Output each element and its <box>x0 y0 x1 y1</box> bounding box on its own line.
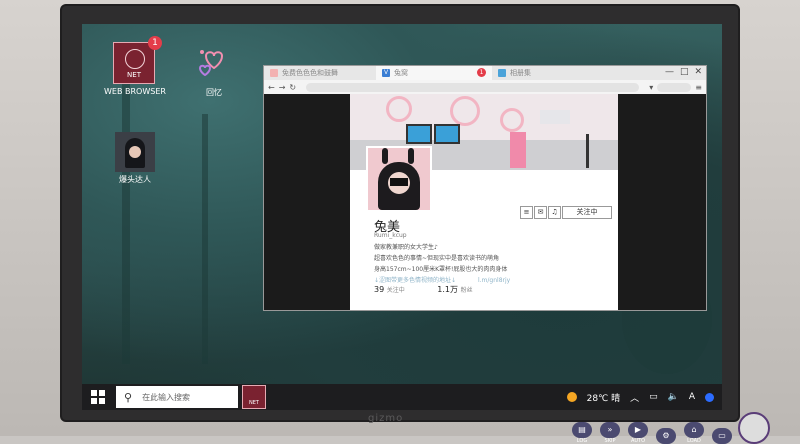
profile-stats: 39 关注中 1.1万 粉丝 <box>374 284 473 295</box>
skip-button[interactable]: » SKIP <box>598 422 622 444</box>
desktop-icon-headshot-game[interactable]: 爆头达人 <box>110 132 160 185</box>
following-label: 关注中 <box>386 287 405 294</box>
taskbar: ⚲ 在此输入搜索 NET 28℃ 晴 ︿ ▭ 🔈 A <box>82 384 722 410</box>
globe-shape <box>125 49 145 69</box>
close-button[interactable]: ✕ <box>694 67 702 77</box>
windows-icon <box>91 390 105 404</box>
auto-button[interactable]: ▶ AUTO <box>626 422 650 444</box>
search-placeholder: 在此输入搜索 <box>142 392 191 402</box>
pc-case-shape <box>510 132 526 168</box>
browser-toolbar: ← → ↻ ▾ ≡ <box>264 80 706 95</box>
tab-favicon-icon <box>498 69 506 77</box>
wallpaper-detail <box>122 64 130 364</box>
camera-tripod-shape <box>586 134 589 168</box>
followers-label: 粉丝 <box>460 287 473 294</box>
shelf-shape <box>540 110 570 124</box>
ring-light-shape <box>500 108 524 132</box>
character-avatar[interactable] <box>738 412 770 444</box>
browser-window: 免费色色色和鼓舞 V 兔窝 1 相册集 — □ ✕ ← → ↻ ▾ ≡ ≡ ✉ … <box>264 66 706 310</box>
dropdown-icon[interactable]: ▾ <box>649 83 653 92</box>
desktop-icon-label: WEB BROWSER <box>104 87 166 96</box>
tab-badge: 1 <box>477 68 486 77</box>
monitor-shape <box>434 124 460 144</box>
follow-button[interactable]: 关注中 <box>562 206 612 219</box>
profile-avatar[interactable] <box>366 146 432 212</box>
desktop-icon-web-browser[interactable]: NET 1 WEB BROWSER <box>104 36 166 97</box>
minimize-button[interactable]: — <box>665 67 674 77</box>
bunny-ear <box>408 148 414 164</box>
profile-page: ≡ ✉ ♫ 关注中 兔美 Rumi_kcup 做家教兼职的女大学生♪ 超喜欢色色… <box>350 94 618 310</box>
tab-favicon-icon <box>270 69 278 77</box>
log-button[interactable]: ▤ LOG <box>570 422 594 444</box>
refresh-button[interactable]: ↻ <box>289 83 296 92</box>
taskbar-search[interactable]: ⚲ 在此输入搜索 <box>116 386 238 408</box>
window-button[interactable]: ▭ <box>710 428 734 444</box>
desktop-icon-memories[interactable]: 回忆 <box>192 42 236 98</box>
browser-content: ≡ ✉ ♫ 关注中 兔美 Rumi_kcup 做家教兼职的女大学生♪ 超喜欢色色… <box>264 94 706 310</box>
hearts-icon <box>198 50 224 77</box>
menu-icon[interactable]: ≡ <box>695 83 702 92</box>
tab-title: 兔窝 <box>394 69 408 77</box>
settings-button[interactable]: ⚙ <box>654 428 678 444</box>
browser-search-box[interactable] <box>657 82 692 92</box>
message-button[interactable]: ✉ <box>534 206 547 219</box>
desktop-icon-label: 爆头达人 <box>119 175 151 184</box>
notification-badge: 1 <box>148 36 162 50</box>
net-icon-text: NET <box>127 71 141 79</box>
monitor-shape <box>406 124 432 144</box>
net-icon-text: NET <box>249 400 259 406</box>
tab-2[interactable]: V 兔窝 1 <box>376 66 492 80</box>
ring-light-shape <box>386 96 412 122</box>
wallpaper-detail <box>202 114 208 364</box>
font-icon[interactable]: A <box>689 392 695 402</box>
bio-link-prefix: ↓涩图带更多色情视频的地址↓ <box>374 277 457 284</box>
profile-handle: Rumi_kcup <box>374 232 407 239</box>
load-button[interactable]: ⌂ LOAD <box>682 422 706 444</box>
search-icon: ⚲ <box>124 390 133 404</box>
tab-3[interactable]: 相册集 <box>492 66 584 80</box>
tab-1[interactable]: 免费色色色和鼓舞 <box>264 66 376 80</box>
tab-title: 相册集 <box>510 69 531 77</box>
portrait-face <box>129 146 141 158</box>
sun-icon <box>566 392 577 402</box>
system-tray: 28℃ 晴 ︿ ▭ 🔈 A <box>566 384 714 410</box>
taskbar-browser-button[interactable]: NET <box>242 385 266 409</box>
weather-text: 28℃ 晴 <box>586 393 621 404</box>
volume-icon[interactable]: 🔈 <box>668 392 679 402</box>
bio-line: 超喜欢色色的事情~但现实中是喜欢读书的萌角 <box>374 255 500 262</box>
profile-bio: 做家教兼职的女大学生♪ 超喜欢色色的事情~但现实中是喜欢读书的萌角 身高157c… <box>374 242 510 286</box>
start-button[interactable] <box>82 384 114 410</box>
gear-icon: ⚙ <box>656 428 676 444</box>
portrait-icon <box>115 132 155 172</box>
desktop-icon-label: 回忆 <box>206 88 222 97</box>
tab-favicon-icon: V <box>382 69 390 77</box>
tab-bar: 免费色色色和鼓舞 V 兔窝 1 相册集 — □ ✕ <box>264 66 706 80</box>
window-controls: — □ ✕ <box>665 67 702 77</box>
monitor-icon[interactable]: ▭ <box>649 392 658 402</box>
more-options-button[interactable]: ≡ <box>520 206 533 219</box>
back-button[interactable]: ← <box>268 83 275 92</box>
bio-line: 做家教兼职的女大学生♪ <box>374 244 438 251</box>
net-icon: NET <box>113 42 155 84</box>
address-bar[interactable] <box>306 82 640 92</box>
forward-button[interactable]: → <box>279 83 286 92</box>
followers-count[interactable]: 1.1万 <box>437 285 458 294</box>
tab-title: 免费色色色和鼓舞 <box>282 69 338 77</box>
ring-light-shape <box>450 96 480 126</box>
vn-menu: ▤ LOG » SKIP ▶ AUTO ⚙ ⌂ LOAD ▭ <box>570 412 770 444</box>
notification-bell-button[interactable]: ♫ <box>548 206 561 219</box>
status-dot-icon[interactable] <box>705 392 714 402</box>
monitor-brand: gizmo <box>368 413 404 424</box>
bio-link[interactable]: l.m/gnl8rjy <box>478 277 510 284</box>
window-icon: ▭ <box>712 428 732 444</box>
avatar-mask <box>390 178 408 186</box>
maximize-button[interactable]: □ <box>680 67 689 77</box>
chevron-up-icon[interactable]: ︿ <box>630 391 639 404</box>
bio-line: 身高157cm~100厘米K罩杯!屁股也大的肉肉身体 <box>374 266 508 273</box>
bunny-ear <box>382 148 388 164</box>
following-count[interactable]: 39 <box>374 285 384 294</box>
